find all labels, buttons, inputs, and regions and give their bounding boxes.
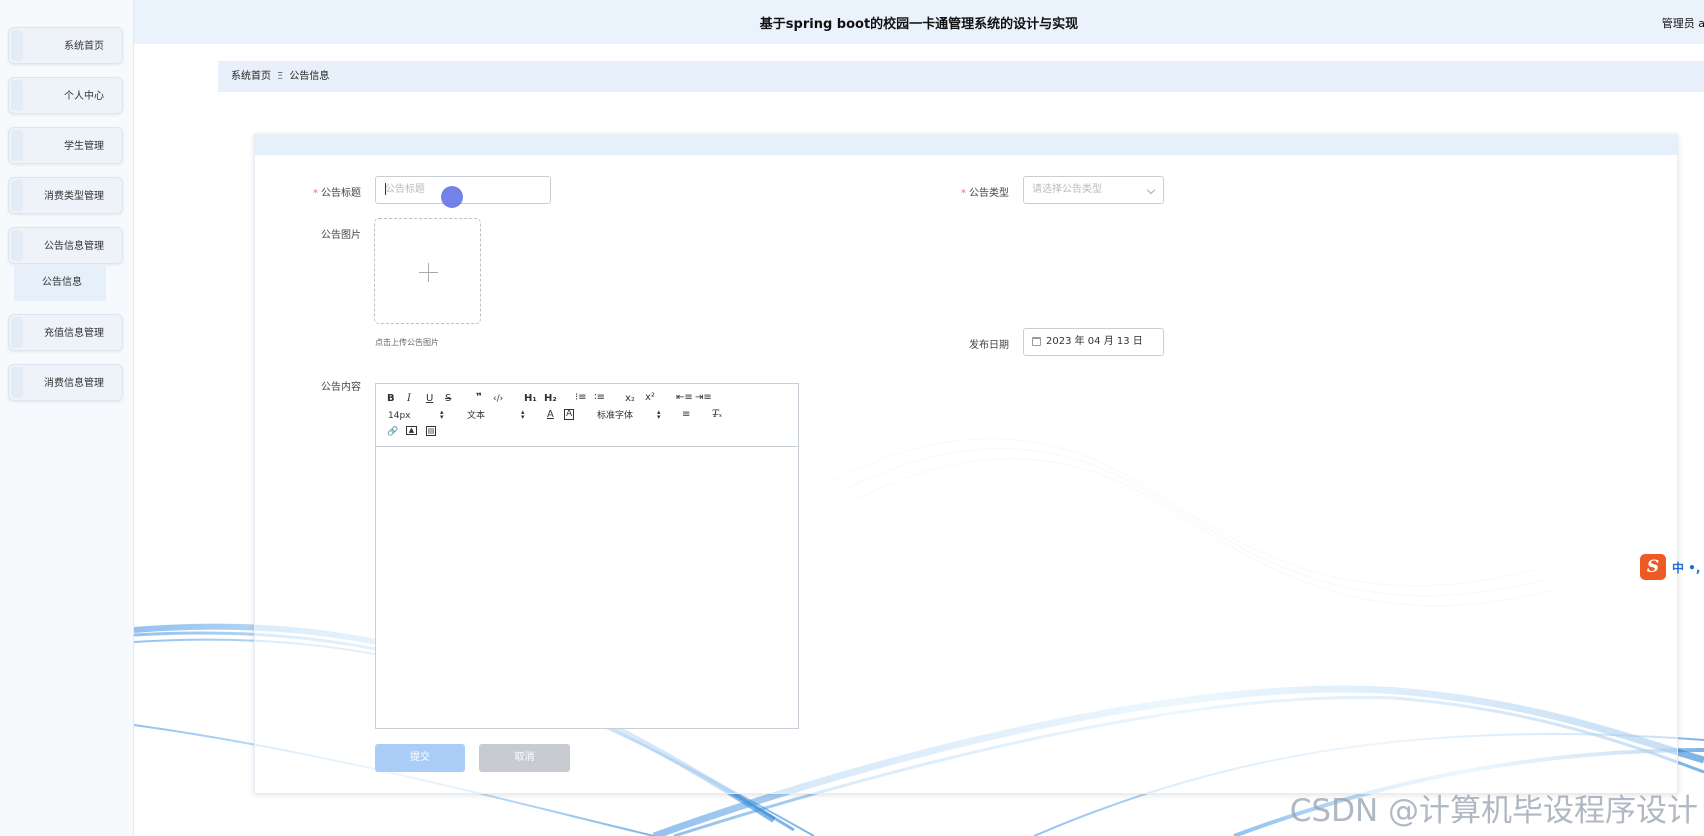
underline-icon[interactable]: U xyxy=(426,393,433,405)
sogou-logo-icon: S xyxy=(1640,554,1666,580)
indent-icon[interactable]: ⇥≡ xyxy=(695,392,712,404)
sidebar-item-label: 个人中心 xyxy=(64,91,104,102)
font-size-select[interactable]: 14px xyxy=(388,410,411,422)
select-arrows-icon: ▴ ▾ xyxy=(521,408,525,421)
italic-icon[interactable]: I xyxy=(407,393,411,405)
user-menu[interactable]: 管理员 ad xyxy=(1662,15,1704,31)
calendar-icon xyxy=(1032,337,1041,346)
subscript-icon[interactable]: x₂ xyxy=(625,393,635,405)
background-color-icon[interactable]: A xyxy=(564,409,575,420)
breadcrumb-separator: Ξ xyxy=(277,71,284,82)
bold-icon[interactable]: B xyxy=(387,393,395,405)
text-color-icon[interactable]: A xyxy=(547,409,554,421)
sidebar: 系统首页 个人中心 学生管理 消费类型管理 公告信息管理 公告信息 充值信息管理… xyxy=(0,0,134,836)
sidebar-item-label: 充值信息管理 xyxy=(44,328,104,339)
header-2-icon[interactable]: H₂ xyxy=(544,393,557,405)
sidebar-item-students[interactable]: 学生管理 xyxy=(8,127,123,164)
sidebar-item-label: 消费信息管理 xyxy=(44,378,104,389)
ime-mode-label: 中 •, xyxy=(1672,561,1701,575)
type-select[interactable]: 请选择公告类型 xyxy=(1023,176,1164,204)
header: 基于spring boot的校园一卡通管理系统的设计与实现 管理员 ad xyxy=(134,0,1704,44)
select-arrows-icon: ▴ ▾ xyxy=(657,408,661,421)
font-family-select[interactable]: 标准字体 xyxy=(597,410,633,422)
rich-text-editor[interactable]: B I U S ❞ ‹/› H₁ H₂ ⁝≡ ∶≡ x₂ x² ⇤≡ ⇥≡ 14… xyxy=(375,383,799,729)
date-label: 发布日期 xyxy=(969,340,1009,351)
mouse-cursor-indicator xyxy=(441,186,463,208)
date-value: 2023 年 04 月 13 日 xyxy=(1046,336,1143,347)
type-select-placeholder: 请选择公告类型 xyxy=(1032,184,1102,195)
code-block-icon[interactable]: ‹/› xyxy=(493,393,503,405)
outdent-icon[interactable]: ⇤≡ xyxy=(676,392,693,404)
date-picker[interactable]: 2023 年 04 月 13 日 xyxy=(1023,328,1164,356)
sidebar-item-label: 消费类型管理 xyxy=(44,191,104,202)
header-select[interactable]: 文本 xyxy=(467,410,485,422)
ordered-list-icon[interactable]: ⁝≡ xyxy=(575,392,587,404)
sidebar-item-recharge[interactable]: 充值信息管理 xyxy=(8,314,123,351)
sidebar-item-consumption-info[interactable]: 消费信息管理 xyxy=(8,364,123,401)
breadcrumb-home[interactable]: 系统首页 xyxy=(231,71,271,82)
title-label: * 公告标题 xyxy=(313,188,361,199)
blockquote-icon[interactable]: ❞ xyxy=(476,392,482,404)
sidebar-item-announcements[interactable]: 公告信息管理 xyxy=(8,227,123,264)
header-1-icon[interactable]: H₁ xyxy=(524,393,537,405)
align-icon[interactable]: ≡ xyxy=(682,409,690,421)
bullet-list-icon[interactable]: ∶≡ xyxy=(594,392,605,404)
image-icon[interactable]: ▲ xyxy=(406,426,417,435)
upload-tip: 点击上传公告图片 xyxy=(375,338,439,347)
image-label: 公告图片 xyxy=(321,230,361,241)
page-title: 基于spring boot的校园一卡通管理系统的设计与实现 xyxy=(759,17,1079,32)
text-caret xyxy=(385,183,386,195)
strike-icon[interactable]: S xyxy=(445,393,451,405)
chevron-down-icon xyxy=(1146,185,1156,195)
ime-toolbar[interactable]: S 中 •, xyxy=(1640,554,1704,580)
sidebar-item-profile[interactable]: 个人中心 xyxy=(8,77,123,114)
breadcrumb: 系统首页 Ξ 公告信息 xyxy=(218,61,1704,92)
breadcrumb-current: 公告信息 xyxy=(289,71,330,82)
clean-format-icon[interactable]: T̶ₓ xyxy=(712,409,722,421)
sidebar-item-home[interactable]: 系统首页 xyxy=(8,27,123,64)
sidebar-item-label: 学生管理 xyxy=(64,141,104,152)
plus-icon xyxy=(419,263,438,282)
title-input[interactable]: 公告标题 xyxy=(375,176,551,204)
editor-toolbar: B I U S ❞ ‹/› H₁ H₂ ⁝≡ ∶≡ x₂ x² ⇤≡ ⇥≡ 14… xyxy=(376,384,798,447)
submenu-item-announcement-info[interactable]: 公告信息 xyxy=(14,265,106,301)
superscript-icon[interactable]: x² xyxy=(645,392,655,404)
select-arrows-icon: ▴ ▾ xyxy=(440,408,444,421)
cancel-button[interactable]: 取消 xyxy=(479,744,570,772)
card-header-bar xyxy=(255,135,1677,155)
sidebar-item-label: 系统首页 xyxy=(64,41,104,52)
image-upload[interactable] xyxy=(374,218,481,324)
video-icon[interactable]: ▤ xyxy=(426,426,436,436)
type-label: * 公告类型 xyxy=(961,188,1009,199)
watermark: CSDN @计算机毕设程序设计 xyxy=(1289,793,1698,829)
sidebar-item-label: 公告信息管理 xyxy=(44,241,104,252)
link-icon[interactable]: 🔗 xyxy=(387,426,398,438)
content-label: 公告内容 xyxy=(321,382,361,393)
sidebar-item-consumption-types[interactable]: 消费类型管理 xyxy=(8,177,123,214)
submit-button[interactable]: 提交 xyxy=(375,744,465,772)
